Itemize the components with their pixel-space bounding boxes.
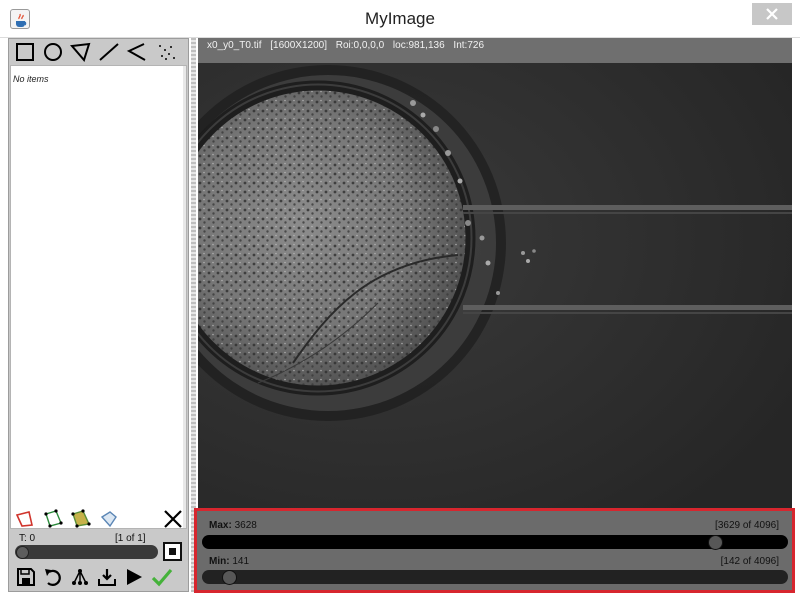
polyline-tool[interactable]	[125, 41, 149, 63]
download-icon	[98, 569, 116, 586]
play-icon	[127, 569, 142, 585]
target-icon	[169, 548, 176, 555]
min-count: [142 of 4096]	[720, 556, 779, 567]
close-window-button[interactable]	[752, 3, 792, 25]
clear-button[interactable]	[161, 507, 185, 531]
tree-icon	[72, 569, 88, 585]
tree-button[interactable]	[69, 566, 91, 588]
min-slider[interactable]	[202, 570, 788, 585]
min-label-group: Min: 141	[209, 556, 249, 567]
blue-roi-icon	[100, 511, 117, 528]
image-location: loc:981,136	[392, 40, 445, 51]
max-label-group: Max: 3628	[209, 520, 257, 531]
time-count: [1 of 1]	[115, 533, 146, 544]
close-icon	[766, 8, 778, 20]
window-title: MyImage	[365, 9, 435, 28]
time-label: T: 0	[19, 533, 36, 544]
ellipse-tool[interactable]	[41, 41, 65, 63]
square-icon	[16, 43, 34, 61]
circle-icon	[44, 43, 62, 61]
image-dimensions: [1600X1200]	[270, 40, 327, 51]
polygon-icon	[70, 42, 91, 62]
line-icon	[99, 43, 119, 61]
save-button[interactable]	[15, 566, 37, 588]
bottom-tools: T: 0 [1 of 1]	[9, 506, 188, 591]
undo-button[interactable]	[42, 566, 64, 588]
close-icon	[164, 510, 182, 528]
green-roi-button[interactable]	[41, 508, 65, 530]
max-label: Max:	[209, 520, 232, 531]
red-roi-button[interactable]	[13, 508, 37, 530]
title-bar: MyImage	[0, 0, 800, 38]
min-slider-thumb[interactable]	[222, 570, 237, 585]
yellow-roi-button[interactable]	[69, 508, 93, 530]
blue-roi-button[interactable]	[97, 508, 121, 530]
roi-list[interactable]: No items	[10, 65, 187, 529]
image-info-bar: x0_y0_T0.tif [1600X1200] Roi:0,0,0,0 loc…	[198, 38, 792, 63]
point-tool[interactable]	[155, 41, 179, 63]
red-roi-icon	[15, 511, 33, 527]
polygon-tool[interactable]	[69, 41, 93, 63]
undo-icon	[45, 569, 61, 586]
time-slider-thumb[interactable]	[16, 546, 29, 559]
min-label: Min:	[209, 556, 230, 567]
list-scrollbar[interactable]	[183, 66, 186, 528]
rectangle-tool[interactable]	[13, 41, 37, 63]
play-button[interactable]	[123, 566, 145, 588]
min-value: 141	[232, 556, 250, 567]
line-tool[interactable]	[97, 41, 121, 63]
max-slider-thumb[interactable]	[708, 535, 723, 550]
image-intensity: Int:726	[453, 40, 485, 51]
contrast-panel: Max: 3628 [3629 of 4096] Min: 141 [142 o…	[194, 508, 795, 593]
max-value: 3628	[234, 520, 257, 531]
polyline-icon	[126, 43, 146, 61]
microscopy-image[interactable]	[198, 63, 792, 508]
save-icon	[17, 568, 35, 586]
empty-list-text: No items	[13, 74, 49, 84]
image-roi: Roi:0,0,0,0	[335, 40, 385, 51]
image-panel: x0_y0_T0.tif [1600X1200] Roi:0,0,0,0 loc…	[198, 38, 792, 508]
yellow-roi-icon	[71, 509, 91, 528]
apply-button[interactable]	[150, 566, 174, 588]
time-slider[interactable]	[15, 545, 158, 559]
check-icon	[151, 568, 173, 587]
shape-toolbar	[9, 39, 188, 65]
points-icon	[159, 45, 175, 60]
max-count: [3629 of 4096]	[715, 520, 779, 531]
export-button[interactable]	[96, 566, 118, 588]
snapshot-button[interactable]	[163, 542, 182, 561]
image-filename: x0_y0_T0.tif	[207, 40, 262, 51]
max-slider[interactable]	[202, 535, 788, 550]
green-roi-icon	[44, 509, 63, 528]
roi-panel: No items T: 0 [1 of 1]	[8, 38, 189, 592]
